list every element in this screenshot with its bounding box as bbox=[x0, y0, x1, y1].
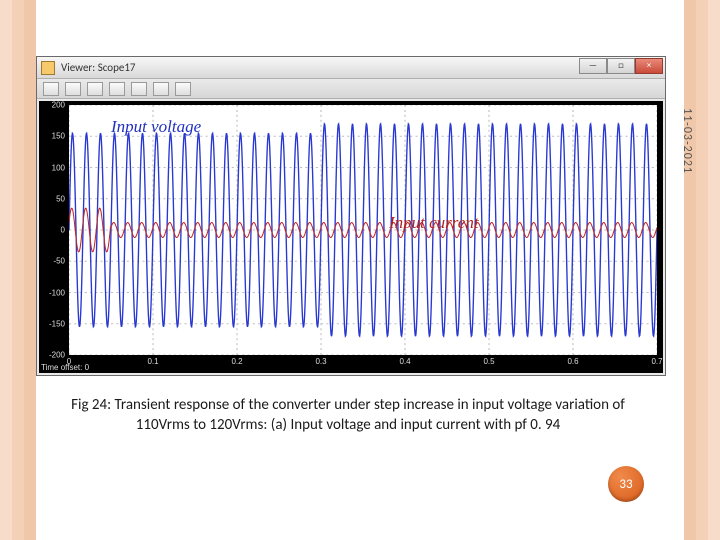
x-tick: 0.7 bbox=[651, 357, 662, 366]
window-titlebar[interactable]: Viewer: Scope17 — □ × bbox=[37, 57, 665, 79]
y-tick: -50 bbox=[53, 257, 65, 266]
plot-canvas: Input voltage Input current bbox=[69, 105, 657, 355]
scope-toolbar bbox=[37, 79, 665, 99]
y-tick: 50 bbox=[56, 194, 65, 203]
toolbar-print-icon[interactable] bbox=[43, 82, 59, 96]
toolbar-autoscale-icon[interactable] bbox=[109, 82, 125, 96]
y-tick: 150 bbox=[52, 132, 65, 141]
app-icon bbox=[41, 61, 55, 75]
x-tick: 0.5 bbox=[483, 357, 494, 366]
right-stripes bbox=[684, 0, 720, 540]
waveform-svg bbox=[69, 105, 657, 355]
window-title: Viewer: Scope17 bbox=[61, 61, 136, 74]
time-offset-label: Time offset: 0 bbox=[41, 363, 89, 372]
toolbar-save-icon[interactable] bbox=[131, 82, 147, 96]
x-tick: 0.3 bbox=[315, 357, 326, 366]
x-tick: 0.6 bbox=[567, 357, 578, 366]
scope-window: Viewer: Scope17 — □ × -200 -150 -100 -50 0 50… bbox=[36, 56, 666, 376]
maximize-button[interactable]: □ bbox=[607, 58, 635, 74]
y-tick: -200 bbox=[49, 351, 65, 360]
toolbar-float-icon[interactable] bbox=[175, 82, 191, 96]
left-stripes bbox=[0, 0, 36, 540]
toolbar-zoom-icon[interactable] bbox=[87, 82, 103, 96]
y-tick: 0 bbox=[61, 226, 65, 235]
y-axis-ticks: -200-150-100-50050100150200 bbox=[39, 105, 67, 355]
close-button[interactable]: × bbox=[635, 58, 663, 74]
window-buttons: — □ × bbox=[579, 58, 663, 74]
toolbar-restore-icon[interactable] bbox=[153, 82, 169, 96]
toolbar-params-icon[interactable] bbox=[65, 82, 81, 96]
minimize-button[interactable]: — bbox=[579, 58, 607, 74]
x-tick: 0.4 bbox=[399, 357, 410, 366]
x-tick: 0.1 bbox=[147, 357, 158, 366]
figure-caption: Fig 24: Transient response of the conver… bbox=[36, 396, 660, 435]
date-label: 11-03-2021 bbox=[680, 108, 694, 174]
plot-area: -200 -150 -100 -50 0 50 100 150 200 Input voltag… bbox=[39, 101, 663, 373]
y-tick: 100 bbox=[52, 163, 65, 172]
y-tick: -150 bbox=[49, 319, 65, 328]
page-number-badge: 33 bbox=[608, 466, 644, 502]
x-tick: 0.2 bbox=[231, 357, 242, 366]
y-tick: 200 bbox=[52, 101, 65, 110]
y-tick: -100 bbox=[49, 288, 65, 297]
x-axis-ticks: 00.10.20.30.40.50.60.7 bbox=[69, 357, 657, 373]
slide-content: 11-03-2021 Viewer: Scope17 — □ × -200-15… bbox=[36, 0, 684, 540]
